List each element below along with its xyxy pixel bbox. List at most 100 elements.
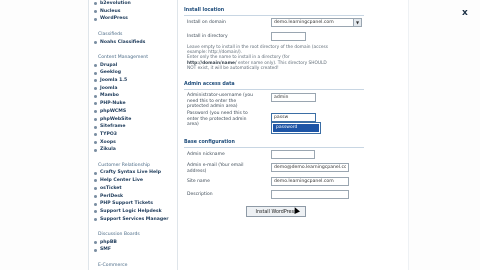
sidebar-category-heading: E-Commerce	[98, 262, 128, 268]
sidebar-item-label: phpBB	[100, 239, 117, 245]
bullet-icon	[94, 17, 97, 21]
label-line: address)	[187, 168, 207, 174]
sidebar-item[interactable]: Joomla	[89, 85, 177, 93]
directory-help-text: Leave empty to install in the root direc…	[187, 45, 328, 71]
password-autocomplete-dropdown: password	[271, 122, 321, 134]
sidebar-item-label: Geeklog	[100, 70, 122, 76]
label-line: Admin e-mail (Your email	[187, 163, 244, 168]
sidebar-item[interactable]: Zikula	[89, 146, 177, 154]
sidebar-item[interactable]: Drupal	[89, 62, 177, 70]
sidebar-item[interactable]: Nucleus	[89, 8, 177, 16]
sidebar-item-label: Support Services Manager	[100, 216, 169, 222]
bullet-icon	[94, 148, 97, 152]
bullet-icon	[94, 241, 97, 245]
help-line-rest: enter name only). This directory SHOULD	[236, 60, 327, 66]
label-line: protected admin area)	[187, 104, 238, 109]
bullet-icon	[94, 202, 97, 206]
sidebar-item-label: Xoops	[100, 139, 116, 145]
sidebar-item-label: b2evolution	[100, 1, 131, 6]
description-input[interactable]	[271, 190, 349, 199]
sidebar-item-label: Siteframe	[100, 124, 126, 130]
bullet-icon	[94, 140, 97, 144]
sidebar-item[interactable]: WordPress	[89, 15, 177, 23]
admin-email-input[interactable]	[271, 163, 349, 172]
sidebar-item[interactable]: b2evolution	[89, 0, 177, 8]
password-label: Password (you need this to enter the pro…	[187, 111, 248, 128]
sidebar-item-label: Joomla	[100, 85, 118, 91]
sidebar-item[interactable]: Support Services Manager	[89, 216, 177, 224]
sidebar-item[interactable]: Noahs Classifieds	[89, 39, 177, 47]
bullet-icon	[94, 10, 97, 14]
sidebar-category-heading: Content Management	[98, 54, 148, 60]
bullet-icon	[94, 63, 97, 67]
close-icon[interactable]: x	[462, 8, 468, 18]
admin-access-heading: Admin access data	[184, 82, 235, 87]
bullet-icon	[94, 102, 97, 106]
install-location-heading: Install location	[184, 8, 225, 13]
sidebar-item-label: Drupal	[100, 62, 118, 68]
sidebar-script-list: b2evolution Nucleus WordPress Classifieds No…	[88, 0, 178, 270]
bullet-icon	[94, 187, 97, 191]
bullet-icon	[94, 79, 97, 83]
sidebar-item-label: Noahs Classifieds	[100, 39, 146, 45]
sidebar-item[interactable]: SMF	[89, 246, 177, 254]
sidebar-item[interactable]: osTicket	[89, 185, 177, 193]
admin-username-label: Administrator-username (you need this to…	[187, 93, 253, 110]
sidebar-item-label: osTicket	[100, 185, 122, 191]
install-domain-label: Install on domain	[187, 20, 226, 25]
sidebar-item[interactable]: Joomla 1.5	[89, 77, 177, 85]
sidebar-item-label: Mambo	[100, 93, 119, 99]
sidebar-item[interactable]: Help Center Live	[89, 177, 177, 185]
sidebar-item-label: PerlDesk	[100, 193, 124, 199]
sidebar-item-label: Support Logic Helpdesk	[100, 208, 162, 214]
sidebar-item[interactable]: phpWebSite	[89, 116, 177, 124]
sidebar-item[interactable]: Xoops	[89, 139, 177, 147]
admin-username-input[interactable]	[271, 93, 316, 102]
admin-nickname-input[interactable]	[271, 150, 315, 159]
divider	[184, 89, 364, 90]
install-directory-input[interactable]	[271, 32, 306, 41]
sidebar-item[interactable]: PHP-Nuke	[89, 100, 177, 108]
bullet-icon	[94, 117, 97, 121]
sidebar-item[interactable]: Siteframe	[89, 123, 177, 131]
sidebar-item[interactable]: phpWCMS	[89, 108, 177, 116]
sidebar-item[interactable]: Crafty Syntax Live Help	[89, 169, 177, 177]
bullet-icon	[94, 40, 97, 44]
install-domain-select[interactable]: demo.learningcpanel.com ▼	[271, 18, 362, 27]
autocomplete-option[interactable]: password	[273, 124, 319, 132]
sidebar-item-label: phpWebSite	[100, 116, 132, 122]
bullet-icon	[94, 194, 97, 198]
sidebar-item[interactable]: TYPO3	[89, 131, 177, 139]
sidebar-category-heading: Classifieds	[98, 31, 123, 37]
bullet-icon	[94, 210, 97, 214]
sidebar-category-heading: Discussion Boards	[98, 232, 140, 238]
bullet-icon	[94, 217, 97, 221]
chevron-down-icon[interactable]: ▼	[353, 19, 361, 26]
admin-nickname-label: Admin nickname	[187, 152, 225, 157]
bullet-icon	[94, 87, 97, 91]
base-config-heading: Base configuration	[184, 140, 235, 145]
sidebar-item[interactable]: PHP Support Tickets	[89, 200, 177, 208]
sidebar-item-label: Crafty Syntax Live Help	[100, 170, 161, 176]
sidebar-item[interactable]: Support Logic Helpdesk	[89, 208, 177, 216]
sidebar-item[interactable]: PerlDesk	[89, 193, 177, 201]
label-line: Password (you need this to	[187, 111, 248, 116]
divider	[184, 15, 364, 16]
install-domain-value: demo.learningcpanel.com	[274, 20, 334, 25]
sidebar-item-label: PHP Support Tickets	[100, 201, 153, 207]
site-name-input[interactable]	[271, 177, 349, 186]
password-input[interactable]	[271, 113, 316, 122]
install-directory-label: Install in directory	[187, 34, 228, 39]
sidebar-item[interactable]: phpBB	[89, 239, 177, 247]
sidebar-item[interactable]: Geeklog	[89, 69, 177, 77]
bullet-icon	[94, 71, 97, 75]
sidebar-item-label: Joomla 1.5	[100, 78, 128, 83]
bullet-icon	[94, 171, 97, 175]
sidebar-item[interactable]: Mambo	[89, 92, 177, 100]
help-url-example: http://domain/name/	[187, 60, 237, 66]
